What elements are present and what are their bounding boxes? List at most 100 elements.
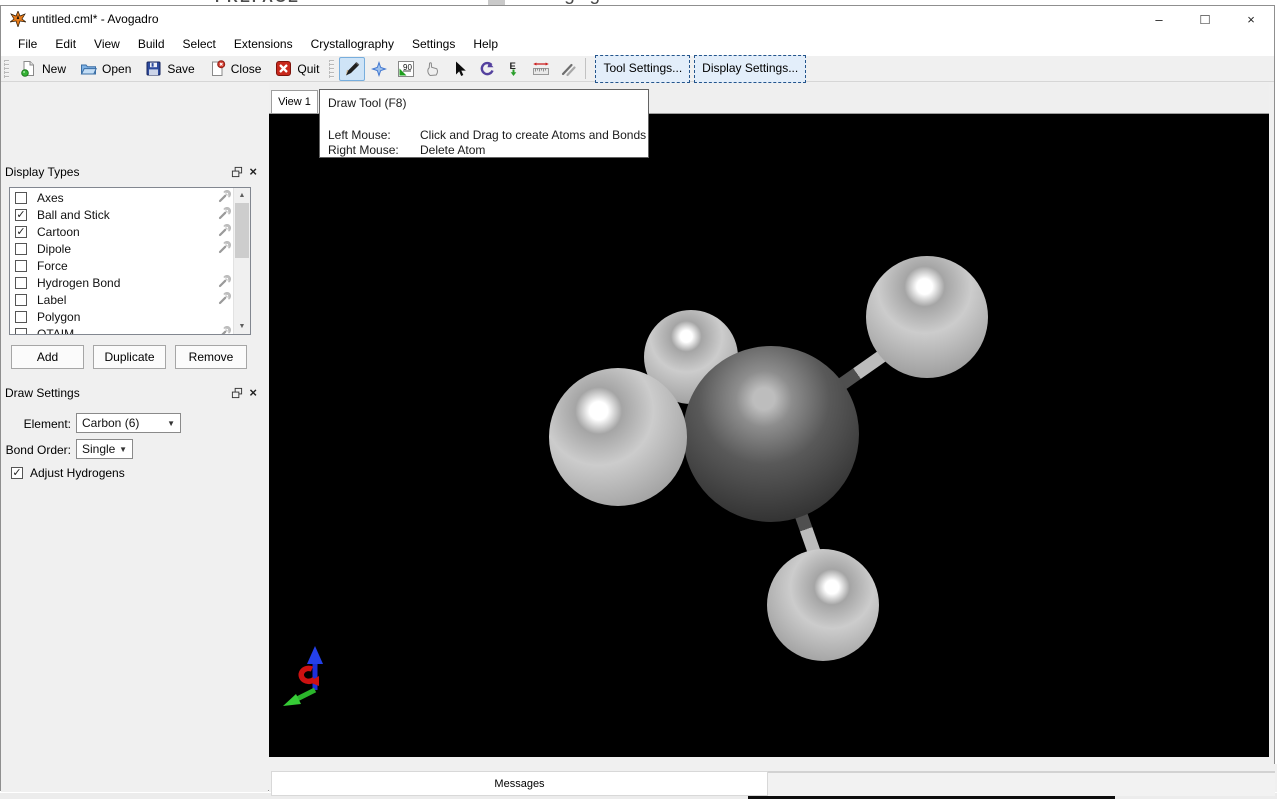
new-button[interactable]: New	[13, 58, 73, 79]
toolbar: New Open Save	[1, 56, 1274, 82]
menu-file[interactable]: File	[9, 33, 46, 55]
display-type-checkbox[interactable]	[15, 260, 27, 272]
menu-help[interactable]: Help	[464, 33, 507, 55]
close-button[interactable]: ×	[1228, 6, 1274, 32]
bond-order-value: Single	[82, 442, 115, 456]
remove-display-type-button[interactable]: Remove	[175, 345, 247, 369]
toolbar-separator	[585, 58, 586, 79]
measure-tool-button[interactable]	[528, 57, 554, 81]
bond-order-select[interactable]: Single ▼	[76, 439, 133, 459]
left-dock: Display Types × Axes ✓ Ball and Stick ✓ Cart…	[1, 82, 268, 792]
tool-settings-button[interactable]: Tool Settings...	[595, 55, 690, 83]
bond-centric-tool-button[interactable]: 90	[393, 57, 419, 81]
molecule-viewport[interactable]	[269, 113, 1269, 757]
wrench-settings-icon[interactable]	[218, 207, 231, 223]
draw-tool-button[interactable]	[339, 57, 365, 81]
menu-settings[interactable]: Settings	[403, 33, 464, 55]
display-type-checkbox[interactable]	[15, 277, 27, 289]
wrench-settings-icon[interactable]	[218, 190, 231, 206]
display-type-row[interactable]: ✓ Ball and Stick	[10, 206, 234, 223]
maximize-button[interactable]: □	[1182, 6, 1228, 32]
display-type-row[interactable]: Force	[10, 257, 234, 274]
display-type-row[interactable]: Axes	[10, 189, 234, 206]
display-type-label: Cartoon	[37, 225, 80, 239]
display-type-label: Polygon	[37, 310, 80, 324]
display-type-checkbox[interactable]	[15, 311, 27, 323]
float-panel-icon[interactable]	[231, 166, 243, 178]
scrollbar-up-icon[interactable]: ▲	[234, 188, 250, 203]
auto-rotate-tool-button[interactable]	[474, 57, 500, 81]
menu-bar: FileEditViewBuildSelectExtensionsCrystal…	[1, 32, 1274, 56]
adjust-hydrogens-checkbox[interactable]: ✓	[11, 467, 23, 479]
display-type-label: Force	[37, 259, 68, 273]
toolbar-grip-handle[interactable]	[4, 60, 9, 78]
menu-build[interactable]: Build	[129, 33, 174, 55]
menu-select[interactable]: Select	[174, 33, 225, 55]
add-display-type-button[interactable]: Add	[11, 345, 84, 369]
display-type-checkbox[interactable]	[15, 192, 27, 204]
display-type-checkbox[interactable]	[15, 243, 27, 255]
menu-crystallography[interactable]: Crystallography	[302, 33, 403, 55]
duplicate-display-type-button[interactable]: Duplicate	[93, 345, 166, 369]
display-type-label: Axes	[37, 191, 64, 205]
auto-optimize-tool-button[interactable]: E	[501, 57, 527, 81]
wrench-settings-icon[interactable]	[218, 292, 231, 308]
manipulate-tool-button[interactable]	[420, 57, 446, 81]
carbon-atom[interactable]	[683, 346, 859, 522]
display-types-title: Display Types	[5, 165, 79, 179]
avogadro-logo-icon	[10, 11, 26, 27]
hydrogen-atom[interactable]	[866, 256, 988, 378]
display-type-checkbox[interactable]: ✓	[15, 209, 27, 221]
float-panel-icon[interactable]	[231, 387, 243, 399]
display-type-checkbox[interactable]: ✓	[15, 226, 27, 238]
tooltip-mouse-button: Left Mouse:	[328, 128, 420, 142]
display-type-row[interactable]: ✓ Cartoon	[10, 223, 234, 240]
close-panel-icon[interactable]: ×	[249, 387, 257, 399]
display-type-label: QTAIM	[37, 327, 74, 336]
hydrogen-atom[interactable]	[549, 368, 687, 506]
wrench-settings-icon[interactable]	[218, 241, 231, 257]
minimize-button[interactable]: –	[1136, 6, 1182, 32]
view-tab[interactable]: View 1	[271, 90, 318, 113]
align-tool-button[interactable]	[555, 57, 581, 81]
scrollbar-down-icon[interactable]: ▼	[234, 319, 250, 334]
messages-strip: Messages	[269, 764, 1277, 792]
save-button[interactable]: Save	[138, 58, 201, 79]
display-type-row[interactable]: Hydrogen Bond	[10, 274, 234, 291]
toolbar-grip-handle-2[interactable]	[329, 60, 334, 78]
close-file-button[interactable]: Close	[202, 58, 269, 79]
wrench-settings-icon[interactable]	[218, 326, 231, 336]
display-type-label: Hydrogen Bond	[37, 276, 120, 290]
selection-tool-button[interactable]	[447, 57, 473, 81]
quit-button[interactable]: Quit	[268, 58, 326, 79]
element-select[interactable]: Carbon (6) ▼	[76, 413, 181, 433]
display-type-checkbox[interactable]	[15, 328, 27, 336]
wrench-settings-icon[interactable]	[218, 224, 231, 240]
element-value: Carbon (6)	[82, 416, 139, 430]
hydrogen-atom[interactable]	[767, 549, 879, 661]
menu-edit[interactable]: Edit	[46, 33, 85, 55]
bond-centric-tool-icon: 90	[397, 60, 415, 78]
scrollbar-thumb[interactable]	[235, 203, 249, 258]
display-type-row[interactable]: QTAIM	[10, 325, 234, 335]
navigate-tool-button[interactable]	[366, 57, 392, 81]
screen: PREFACE changing the selected element un…	[0, 0, 1277, 799]
display-type-row[interactable]: Label	[10, 291, 234, 308]
display-type-row[interactable]: Dipole	[10, 240, 234, 257]
display-type-checkbox[interactable]	[15, 294, 27, 306]
selection-tool-icon	[451, 60, 469, 78]
close-panel-icon[interactable]: ×	[249, 166, 257, 178]
display-settings-button[interactable]: Display Settings...	[694, 55, 806, 83]
display-type-label: Ball and Stick	[37, 208, 110, 222]
display-type-row[interactable]: Polygon	[10, 308, 234, 325]
display-types-scrollbar[interactable]: ▲ ▼	[233, 188, 250, 334]
open-button-label: Open	[102, 62, 131, 76]
menu-extensions[interactable]: Extensions	[225, 33, 302, 55]
wrench-settings-icon[interactable]	[218, 275, 231, 291]
open-button[interactable]: Open	[73, 58, 138, 79]
new-button-label: New	[42, 62, 66, 76]
chevron-down-icon: ▼	[167, 419, 175, 428]
messages-tab[interactable]: Messages	[271, 771, 768, 796]
adjust-hydrogens-row: ✓ Adjust Hydrogens	[11, 466, 125, 480]
menu-view[interactable]: View	[85, 33, 129, 55]
